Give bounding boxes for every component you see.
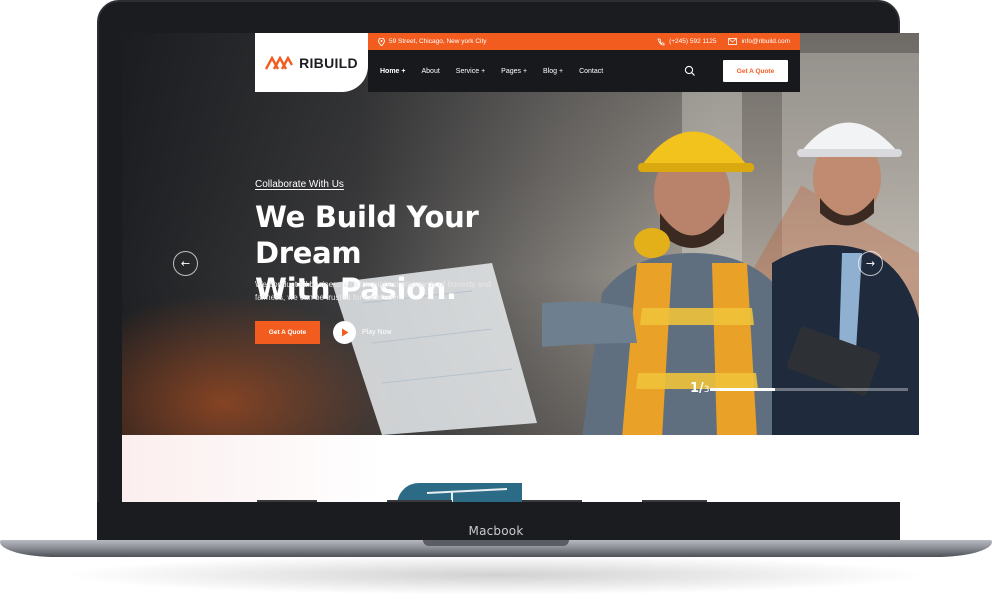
header-quote-button[interactable]: Get A Quote <box>723 60 788 82</box>
arrow-right-icon: → <box>865 257 876 270</box>
slide-current: 1/ <box>690 381 704 396</box>
nav-item-about[interactable]: About <box>421 68 439 75</box>
headline-line-1: We Build Your Dream <box>255 200 479 270</box>
next-section-preview <box>122 435 919 502</box>
description-line-2: fairness, we can be trusted for constuti… <box>255 293 404 302</box>
slider-prev-button[interactable]: ← <box>173 251 198 276</box>
mail-icon <box>728 38 738 45</box>
logo-mark-icon <box>265 55 294 70</box>
device-shadow <box>60 555 930 595</box>
laptop-notch <box>423 540 569 546</box>
nav-item-service[interactable]: Service + <box>456 68 485 75</box>
email-info[interactable]: info@ribuild.com <box>728 38 790 45</box>
address-text: 59 Street, Chicago, New york City <box>389 38 487 45</box>
phone-info[interactable]: (+245) 592 1125 <box>657 38 716 46</box>
laptop-screen: RIBUILD 59 Street, Chicago, New york Cit… <box>122 33 919 502</box>
description-line-1: We conduct all business with the highest… <box>255 280 491 289</box>
phone-icon <box>657 38 665 45</box>
nav-item-home[interactable]: Home + <box>380 68 405 75</box>
main-nav: Home + About Service + Pages + Blog + Co… <box>368 50 800 92</box>
location-pin-icon <box>378 37 385 46</box>
hero-section: RIBUILD 59 Street, Chicago, New york Cit… <box>122 33 919 435</box>
search-icon[interactable] <box>684 65 696 77</box>
slide-total: 3 <box>703 385 710 395</box>
slide-progress-fill <box>710 388 776 391</box>
section-bg-tint <box>122 435 382 502</box>
phone-text: (+245) 592 1125 <box>669 38 717 45</box>
hero-description: We conduct all business with the highest… <box>255 278 525 304</box>
slide-progress-track <box>710 388 908 391</box>
nav-item-pages[interactable]: Pages + <box>501 68 527 75</box>
play-label: Play Now <box>362 329 392 336</box>
logo[interactable]: RIBUILD <box>255 33 368 92</box>
play-video[interactable]: Play Now <box>333 321 392 344</box>
hero-eyebrow: Collaborate With Us <box>255 179 344 190</box>
top-bar: 59 Street, Chicago, New york City (+245)… <box>368 33 800 50</box>
arrow-left-icon: ← <box>180 257 191 270</box>
logo-text: RIBUILD <box>299 54 358 71</box>
address-info: 59 Street, Chicago, New york City <box>378 37 487 46</box>
nav-item-blog[interactable]: Blog + <box>543 68 563 75</box>
device-brand-label: Macbook <box>468 524 524 538</box>
play-button[interactable] <box>333 321 356 344</box>
email-text: info@ribuild.com <box>741 38 790 45</box>
slider-next-button[interactable]: → <box>858 251 883 276</box>
hero-quote-button[interactable]: Get A Quote <box>255 321 320 344</box>
nav-item-contact[interactable]: Contact <box>579 68 603 75</box>
slide-counter: 1/3 <box>690 381 710 396</box>
play-icon <box>341 328 348 337</box>
